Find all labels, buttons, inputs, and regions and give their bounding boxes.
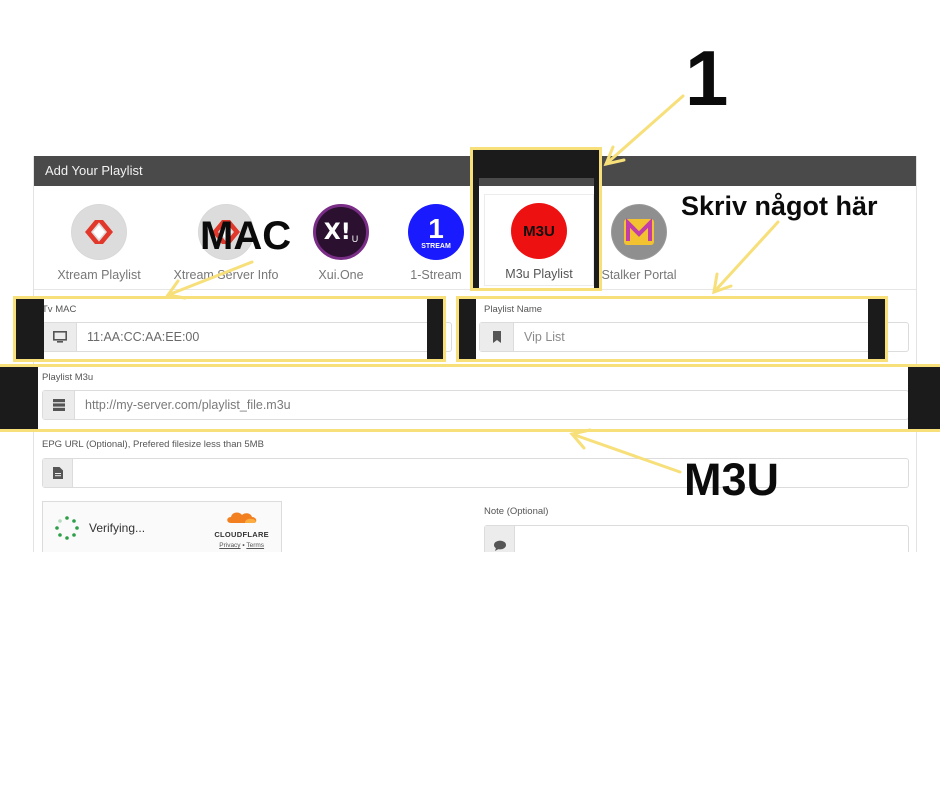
step-number: 1 [685, 34, 729, 122]
mac-annotation: MAC [200, 214, 292, 258]
write-here-annotation: Skriv något här [681, 191, 878, 221]
m3u-annotation: M3U [684, 454, 780, 505]
annotation-arrows [165, 94, 780, 474]
